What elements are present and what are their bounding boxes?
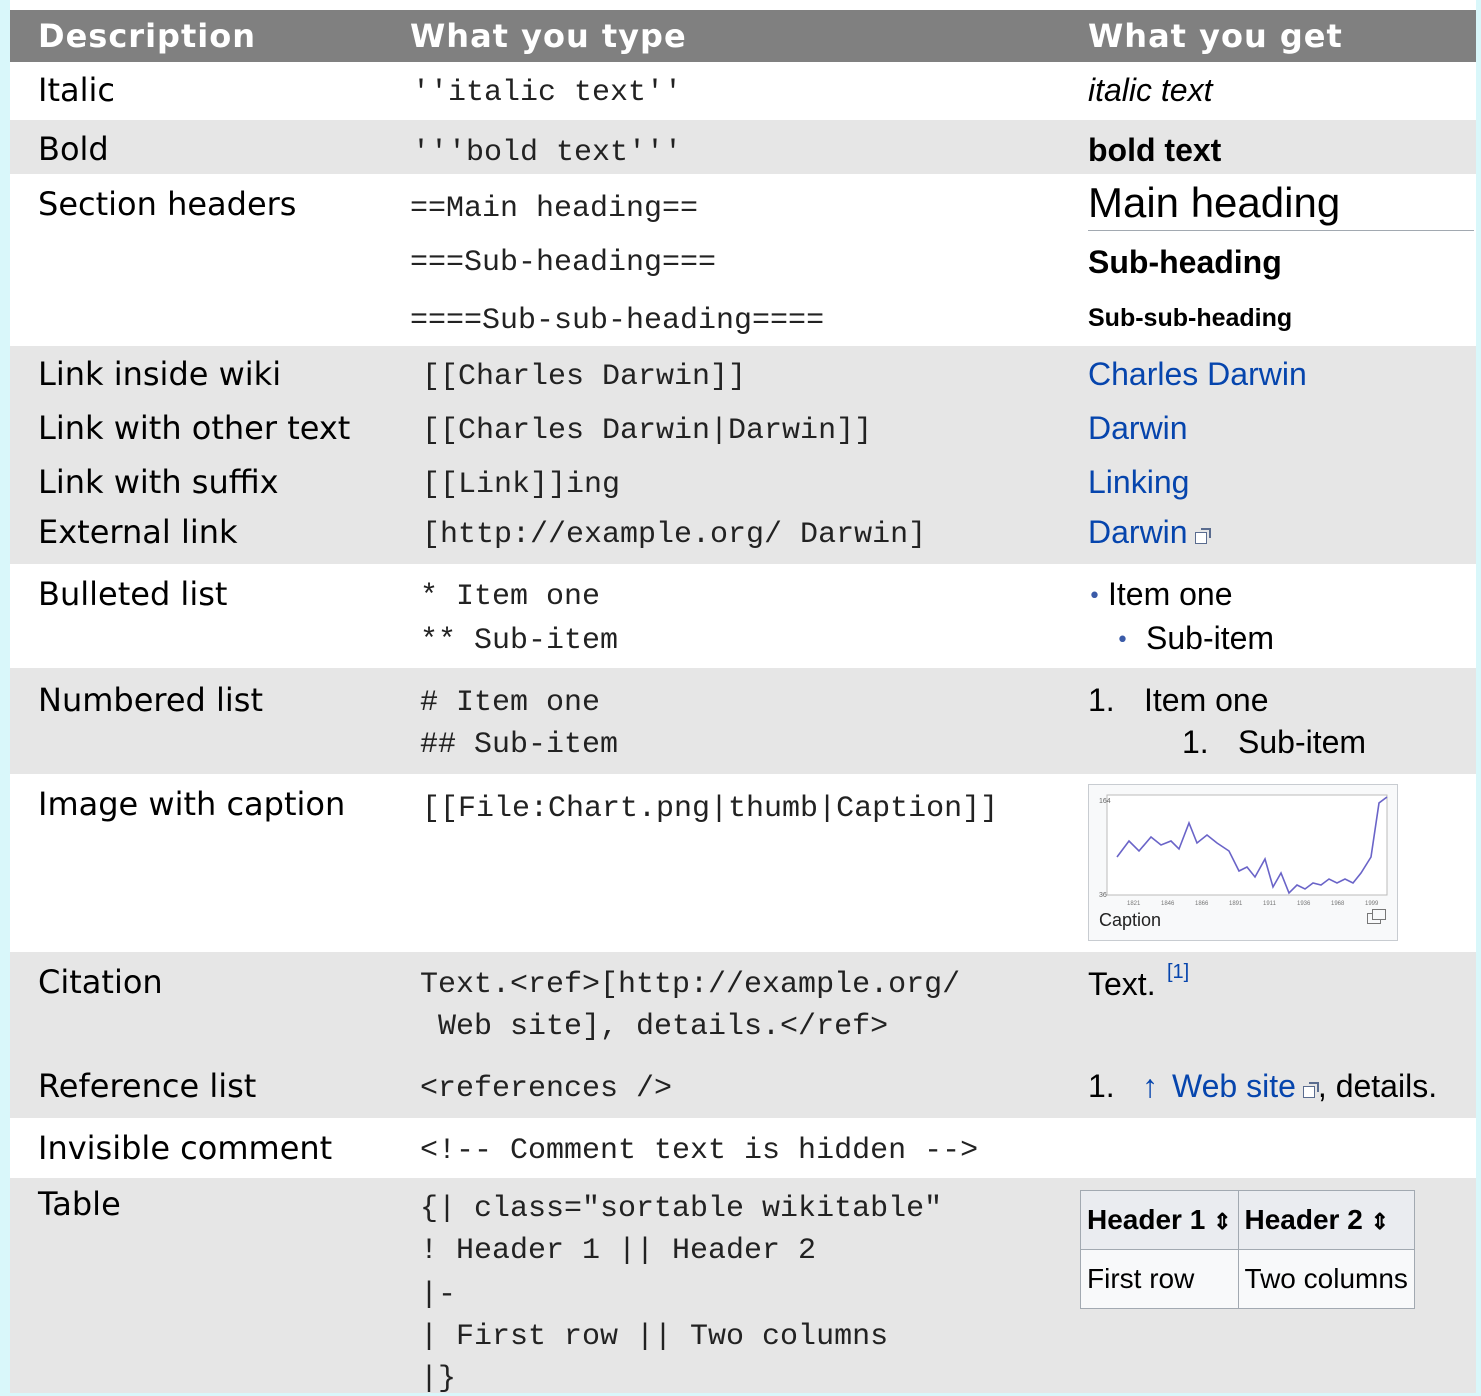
code-main-heading: ==Main heading== [410,192,699,226]
code-link-suffix: [[Link]]ing [422,468,621,502]
code-bullet-subitem: ** Sub-item [420,624,619,658]
image-thumbnail[interactable]: 164 36 1821 1846 1866 1891 1911 1936 1968 1999 … [1088,784,1398,941]
thumb-y-bottom: 36 [1099,892,1107,899]
table-header-2[interactable]: Header 2 ⇕ [1237,1190,1415,1250]
desc-table: Table [38,1185,121,1223]
result-numbered-item: Item one [1144,682,1269,718]
header-row: Description What you type What you get [10,10,1476,62]
desc-link-inside-wiki: Link inside wiki [38,355,282,393]
header-description: Description [38,17,256,55]
table-cell-two-columns: Two columns [1237,1249,1415,1309]
desc-bulleted-list: Bulleted list [38,575,228,613]
thumb-x-tick: 1891 [1229,901,1243,907]
desc-numbered-list: Numbered list [38,681,264,719]
row-numbered-list: Numbered list # Item one ## Sub-item 1. … [10,668,1476,774]
result-link-inside-wiki[interactable]: Charles Darwin [1088,358,1307,390]
table-header-1[interactable]: Header 1 ⇕ [1080,1190,1239,1250]
result-ref-number: 1. [1088,1068,1115,1104]
thumb-x-tick: 1866 [1195,901,1209,907]
code-citation-line1: Text.<ref>[http://example.org/ [420,968,961,1002]
code-table-line2: ! Header 1 || Header 2 [420,1234,817,1268]
desc-image-caption: Image with caption [38,785,346,823]
result-link-other-text[interactable]: Darwin [1088,412,1188,444]
header-what-you-get: What you get [1088,17,1343,55]
result-ref-link[interactable]: Web site [1172,1068,1296,1104]
thumb-x-tick: 1821 [1127,901,1141,907]
code-table-line3: |- [420,1278,457,1312]
result-bold: bold text [1088,132,1222,168]
row-citation: Citation Text.<ref>[http://example.org/ … [10,952,1476,1064]
thumb-x-tick: 1911 [1263,901,1277,907]
result-sub-heading: Sub-heading [1088,244,1282,280]
result-external-link[interactable]: Darwin [1088,514,1188,550]
code-bullet-item: * Item one [420,580,601,614]
row-links: Link inside wiki [[Charles Darwin]] Char… [10,346,1476,564]
code-numbered-item: # Item one [420,686,601,720]
code-reference-list: <references /> [420,1072,673,1106]
result-ref-tail: , details. [1317,1068,1438,1104]
result-bullet-subitem: Sub-item [1146,620,1275,656]
result-bullet-item: Item one [1108,576,1233,612]
row-reference-list: Reference list <references /> 1. ↑ Web s… [10,1064,1476,1118]
table-cell-first-row: First row [1080,1249,1239,1309]
thumb-x-tick: 1999 [1365,901,1379,907]
result-external-link-wrap[interactable]: Darwin [1088,514,1211,550]
desc-reference-list: Reference list [38,1067,257,1105]
rendered-sortable-table: Header 1 ⇕ Header 2 ⇕ First row Two colu… [1080,1190,1415,1309]
code-table-line4: | First row || Two columns [420,1320,889,1354]
thumb-y-top: 164 [1099,798,1111,805]
result-citation-sup[interactable]: [1] [1167,962,1189,982]
thumb-caption: Caption [1099,910,1162,930]
desc-citation: Citation [38,963,163,1001]
desc-link-other-text: Link with other text [38,409,351,447]
sort-icon[interactable]: ⇕ [1371,1209,1389,1234]
result-number-1-sub: 1. [1182,724,1209,760]
result-ref-arrow[interactable]: ↑ [1142,1070,1158,1102]
code-table-line1: {| class="sortable wikitable" [420,1192,943,1226]
result-main-heading: Main heading [1088,179,1341,226]
row-bulleted-list: Bulleted list * Item one ** Sub-item • I… [10,564,1476,668]
magnify-icon[interactable] [1367,909,1386,924]
code-bold: '''bold text''' [412,136,683,170]
result-sub-sub-heading: Sub-sub-heading [1088,304,1293,332]
desc-link-suffix: Link with suffix [38,463,279,501]
row-bold: Bold '''bold text''' bold text [10,120,1476,174]
bullet-icon: • [1088,584,1101,609]
desc-italic: Italic [38,71,115,109]
code-image-caption: [[File:Chart.png|thumb|Caption]] [422,792,999,826]
thumb-x-tick: 1846 [1161,901,1175,907]
chart-thumbnail-image: 164 36 1821 1846 1866 1891 1911 1936 1968 1999 [1099,794,1388,907]
sub-bullet-icon: • [1116,628,1129,653]
main-heading-underline [1088,230,1474,231]
row-italic: Italic ''italic text'' italic text [10,62,1476,120]
external-link-icon [1194,528,1211,544]
result-number-1: 1. [1088,682,1115,718]
code-table-line5: |} [420,1362,457,1396]
row-section-headers: Section headers ==Main heading== ===Sub-… [10,174,1476,346]
code-link-inside-wiki: [[Charles Darwin]] [422,360,747,394]
desc-external-link: External link [38,513,238,551]
result-citation-text: Text. [1088,966,1156,1002]
code-citation-line2: Web site], details.</ref> [420,1010,889,1044]
ref-external-link-icon [1302,1082,1319,1098]
code-numbered-subitem: ## Sub-item [420,728,619,762]
thumb-x-tick: 1968 [1331,901,1345,907]
result-numbered-subitem: Sub-item [1238,724,1367,760]
code-invisible-comment: <!-- Comment text is hidden --> [420,1134,979,1168]
row-invisible-comment: Invisible comment <!-- Comment text is h… [10,1118,1476,1178]
code-sub-heading: ===Sub-heading=== [410,246,717,280]
desc-invisible-comment: Invisible comment [38,1129,333,1167]
code-external-link: [http://example.org/ Darwin] [422,518,927,552]
code-italic: ''italic text'' [412,76,683,110]
result-italic: italic text [1088,72,1213,108]
code-sub-sub-heading: ====Sub-sub-heading==== [410,304,825,338]
header-what-you-type: What you type [410,17,687,55]
sort-icon[interactable]: ⇕ [1213,1209,1231,1234]
result-ref-wrap: Web site , details. [1172,1070,1437,1102]
desc-section-headers: Section headers [38,185,297,223]
desc-bold: Bold [38,130,109,168]
code-link-other-text: [[Charles Darwin|Darwin]] [422,414,873,448]
result-link-suffix[interactable]: Linking [1088,466,1189,498]
thumb-x-tick: 1936 [1297,901,1311,907]
